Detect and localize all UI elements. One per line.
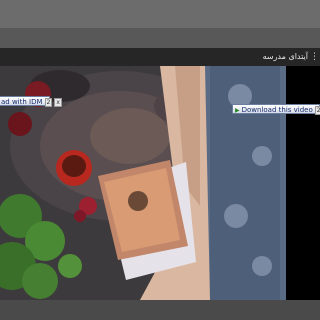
- play-icon: ▶: [235, 107, 240, 114]
- toolbar-strip: [0, 28, 320, 48]
- idm-left-close[interactable]: x: [54, 98, 62, 107]
- idm-right-label: Download this video: [241, 106, 313, 114]
- video-title[interactable]: آیتدای مدرسه: [263, 50, 308, 64]
- bottom-panel: [0, 300, 320, 320]
- idm-right-tag[interactable]: 2: [314, 106, 320, 115]
- kebab-menu-icon[interactable]: ⋮: [310, 50, 319, 64]
- idm-left-label: ad with IDM: [1, 98, 43, 106]
- idm-download-button-right[interactable]: ▶Download this video2x: [232, 104, 320, 115]
- top-panel: [0, 0, 320, 28]
- idm-download-button-left[interactable]: ad with IDM 2 x: [0, 96, 62, 107]
- idm-left-tag[interactable]: 2: [44, 98, 53, 107]
